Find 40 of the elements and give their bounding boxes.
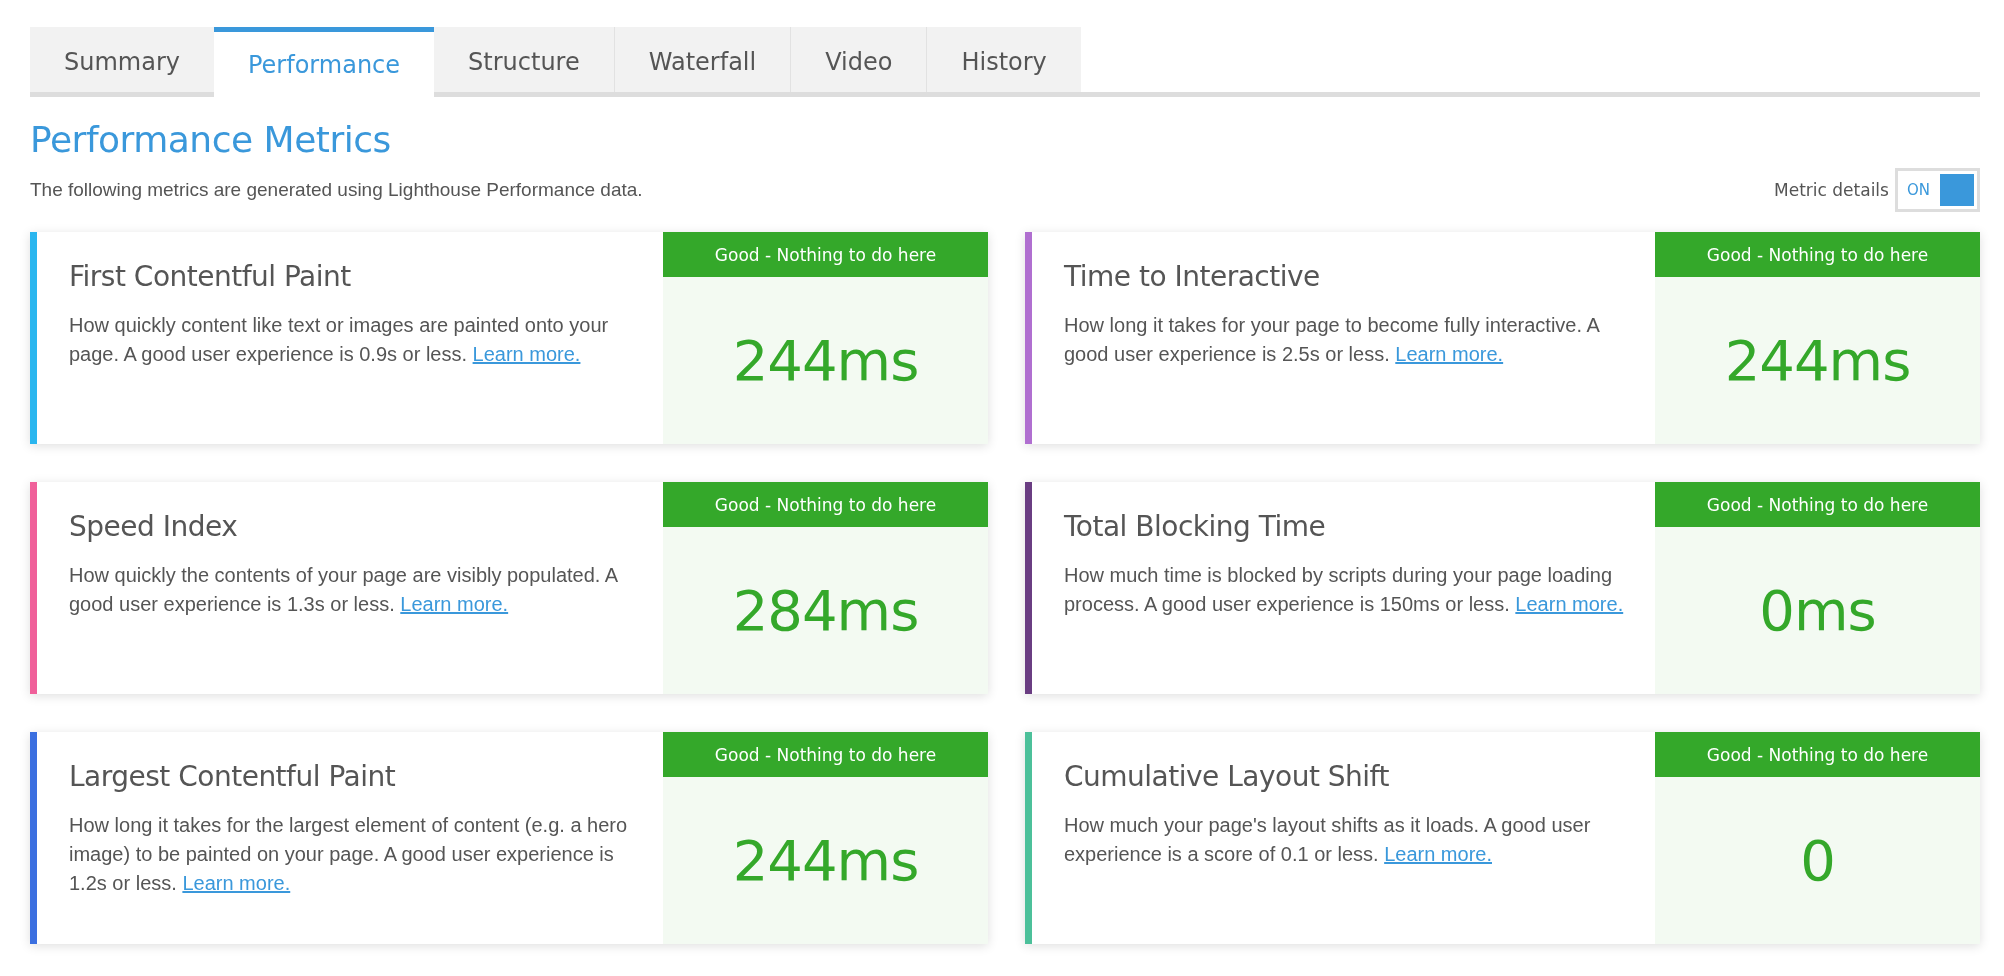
status-badge: Good - Nothing to do here bbox=[1655, 232, 1980, 277]
metric-value: 0 bbox=[1800, 828, 1835, 893]
tab[interactable]: History bbox=[926, 27, 1081, 92]
tab[interactable]: Summary bbox=[30, 27, 214, 92]
metric-title: Largest Contentful Paint bbox=[69, 760, 396, 793]
status-badge: Good - Nothing to do here bbox=[1655, 482, 1980, 527]
tab[interactable]: Performance bbox=[214, 27, 435, 97]
toggle-label: Metric details bbox=[1774, 180, 1889, 200]
learn-more-link[interactable]: Learn more. bbox=[400, 593, 509, 615]
page-subtitle: The following metrics are generated using Lighthouse Performance data. bbox=[30, 179, 643, 201]
metric-description: How long it takes for the largest element of content (e.g. a hero image) to be painted on your page. A good user experience is 1.2s or less. Learn more. bbox=[69, 813, 629, 896]
metric-description: How much your page's layout shifts as it loads. A good user experience is a score of 0.1 or less. Learn more. bbox=[1064, 813, 1592, 867]
page-heading: Performance Metrics bbox=[30, 119, 391, 160]
metric-value: 244ms bbox=[732, 328, 919, 393]
status-badge: Good - Nothing to do here bbox=[663, 482, 988, 527]
learn-more-link[interactable]: Learn more. bbox=[1515, 593, 1624, 615]
metric-value: 244ms bbox=[732, 828, 919, 893]
metric-value: 244ms bbox=[1724, 328, 1911, 393]
tab[interactable]: Structure bbox=[434, 27, 614, 92]
learn-more-link[interactable]: Learn more. bbox=[1384, 843, 1492, 865]
metric-title: Total Blocking Time bbox=[1064, 510, 1326, 543]
metric-description: How quickly the contents of your page are visibly populated. A good user experience is 1.3s or less. Learn more. bbox=[69, 563, 619, 617]
metric-value: 284ms bbox=[732, 578, 919, 643]
learn-more-link[interactable]: Learn more. bbox=[472, 343, 581, 365]
status-badge: Good - Nothing to do here bbox=[663, 732, 988, 777]
learn-more-link[interactable]: Learn more. bbox=[182, 872, 291, 894]
metric-title: First Contentful Paint bbox=[69, 260, 351, 293]
learn-more-link[interactable]: Learn more. bbox=[1395, 343, 1504, 365]
metric-title: Time to Interactive bbox=[1064, 260, 1320, 293]
status-badge: Good - Nothing to do here bbox=[1655, 732, 1980, 777]
tab[interactable]: Video bbox=[790, 27, 927, 92]
status-badge: Good - Nothing to do here bbox=[663, 232, 988, 277]
metric-description: How quickly content like text or images are painted onto your page. A good user experience is 0.9s or less. Learn more. bbox=[69, 313, 610, 367]
metric-title: Cumulative Layout Shift bbox=[1064, 760, 1389, 793]
tab[interactable]: Waterfall bbox=[613, 27, 791, 92]
metric-description: How long it takes for your page to become fully interactive. A good user experience is 2.5s or less. Learn more. bbox=[1064, 313, 1601, 367]
metric-description: How much time is blocked by scripts during your page loading process. A good user experience is 150ms or less. Learn more. bbox=[1064, 563, 1625, 617]
metric-title: Speed Index bbox=[69, 510, 238, 543]
metric-value: 0ms bbox=[1759, 578, 1876, 643]
metric-details-toggle[interactable]: ON bbox=[1894, 168, 1980, 212]
